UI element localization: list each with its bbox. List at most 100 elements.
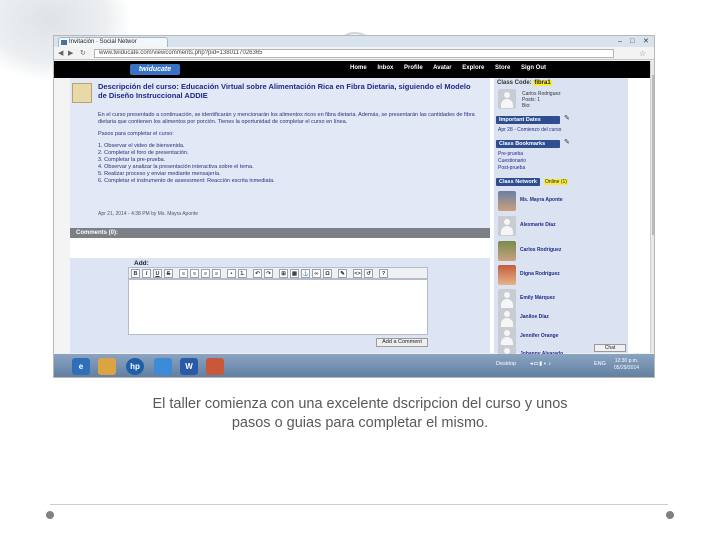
footer-dot-right [666, 511, 674, 519]
teacher-card[interactable] [496, 86, 626, 112]
step-item: 2. Completar el foro de presentación. [98, 150, 189, 156]
member-avatar [498, 265, 516, 285]
site-logo[interactable]: twiducate [130, 64, 180, 75]
edit-button[interactable]: ✎ [338, 269, 347, 278]
comments-list [70, 238, 490, 258]
clock-date: 05/29/2014 [614, 365, 640, 371]
step-item: 6. Completar el instrumento de assessmen… [98, 178, 275, 184]
bullet-list-button[interactable]: • [227, 269, 236, 278]
step-item: 1. Observar el video de bienvenida. [98, 143, 185, 149]
member-card[interactable]: Carlos Rodriguez [496, 238, 626, 264]
underline-button[interactable]: U [153, 269, 162, 278]
teacher-avatar [498, 89, 516, 109]
member-card[interactable]: Alexmarie Díaz [496, 213, 626, 239]
align-left-button[interactable]: ≡ [179, 269, 188, 278]
nav-signout[interactable]: Sign Out [521, 65, 546, 71]
folder-icon[interactable] [98, 358, 116, 375]
numbered-list-button[interactable]: 1. [238, 269, 247, 278]
member-name[interactable]: Ms. Mayra Aponte [520, 197, 563, 203]
bookmark-star-icon[interactable]: ☆ [639, 49, 646, 58]
edit-bookmarks-icon[interactable]: ✎ [564, 139, 570, 146]
favicon-icon [61, 40, 67, 45]
footer-divider [50, 504, 668, 505]
align-right-button[interactable]: ≡ [201, 269, 210, 278]
member-card[interactable]: Digna Rodríguez [496, 262, 626, 288]
desktop-toolbar[interactable]: Desktop [496, 361, 516, 367]
bookmark-item[interactable]: Pre-prueba [498, 151, 523, 157]
nav-explore[interactable]: Explore [462, 65, 484, 71]
post-paragraph: En el curso presentado a continuación, s… [98, 112, 475, 125]
bookmark-item[interactable]: Cuestionario [498, 158, 526, 164]
chrome-icon[interactable] [154, 358, 172, 375]
italic-button[interactable]: I [142, 269, 151, 278]
redo-button[interactable]: ↷ [264, 269, 273, 278]
post-title: Descripción del curso: Educación Virtual… [98, 82, 471, 100]
strikethrough-button[interactable]: S [164, 269, 173, 278]
special-char-button[interactable]: Ω [323, 269, 332, 278]
network-header: Class Network [496, 178, 540, 186]
url-input[interactable]: www.twiducate.com/viewcomments.php?pid=1… [94, 49, 614, 58]
member-name[interactable]: Emily Márquez [520, 295, 555, 301]
slide-caption: El taller comienza con una excelente dsc… [60, 395, 660, 433]
scroll-thumb[interactable] [652, 75, 654, 235]
anchor-button[interactable]: ⚓ [301, 269, 310, 278]
source-button[interactable]: <> [353, 269, 362, 278]
add-comment-button[interactable]: Add a Comment [376, 338, 428, 347]
browser-tab[interactable]: Invitación · Social Networ [58, 37, 168, 47]
page-scrollbar[interactable] [650, 61, 654, 353]
sidebar: Class Code: fibra1 Carlos Rodriguez Post… [494, 78, 628, 365]
forward-icon[interactable]: ▶ [68, 49, 73, 58]
member-name[interactable]: Jennifer Orange [520, 333, 558, 339]
nav-home[interactable]: Home [350, 65, 367, 71]
edit-dates-icon[interactable]: ✎ [564, 115, 570, 122]
add-label: Add: [134, 260, 149, 267]
presentation-icon[interactable] [206, 358, 224, 375]
add-comment-box: Add: B I U S ≡ ≡ ≡ ≡ • 1. ↶ ↷ ⊞ ▦ ⚓ ∞ Ω … [70, 258, 490, 353]
nav-links: Home Inbox Profile Avatar Explore Store … [350, 65, 555, 71]
hp-icon[interactable]: hp [126, 358, 144, 375]
reload-icon[interactable]: ↻ [80, 49, 86, 58]
word-icon[interactable]: W [180, 358, 198, 375]
image-button[interactable]: ⊞ [279, 269, 288, 278]
taskbar-clock[interactable]: 12:30 p.m. 05/29/2014 [614, 358, 639, 372]
undo-button[interactable]: ↶ [253, 269, 262, 278]
language-indicator[interactable]: ENG [594, 361, 606, 367]
maximize-icon[interactable]: □ [630, 37, 634, 46]
important-date-item[interactable]: Apr 28 - Comienzo del curso [498, 127, 561, 133]
align-center-button[interactable]: ≡ [190, 269, 199, 278]
chat-button[interactable]: Chat [594, 344, 626, 352]
nav-store[interactable]: Store [495, 65, 510, 71]
help-button[interactable]: ? [379, 269, 388, 278]
ie-icon[interactable]: e [72, 358, 90, 375]
nav-profile[interactable]: Profile [404, 65, 423, 71]
justify-button[interactable]: ≡ [212, 269, 221, 278]
post-thumbnail [72, 83, 92, 103]
teacher-bio: Bio: [522, 103, 531, 109]
refresh-button[interactable]: ↺ [364, 269, 373, 278]
comments-header: Comments (0): [70, 228, 490, 238]
member-avatar [498, 191, 516, 211]
nav-avatar[interactable]: Avatar [433, 65, 451, 71]
close-icon[interactable]: ✕ [643, 37, 649, 46]
member-name[interactable]: Janiloe Díaz [520, 314, 549, 320]
member-name[interactable]: Digna Rodríguez [520, 271, 560, 277]
bookmark-item[interactable]: Post-prueba [498, 165, 525, 171]
tray-icons[interactable]: ◂ ◘ ▮ ◐ ♪ [530, 361, 551, 367]
comment-editor[interactable] [128, 279, 428, 335]
member-avatar [498, 216, 516, 236]
page-content: Descripción del curso: Educación Virtual… [54, 78, 650, 365]
member-name[interactable]: Alexmarie Díaz [520, 222, 556, 228]
member-name[interactable]: Carlos Rodriguez [520, 247, 561, 253]
nav-inbox[interactable]: Inbox [377, 65, 393, 71]
step-item: 4. Observar y analizar la presentación i… [98, 164, 254, 170]
link-button[interactable]: ∞ [312, 269, 321, 278]
member-card[interactable]: Ms. Mayra Aponte [496, 188, 626, 214]
back-icon[interactable]: ◀ [58, 49, 63, 58]
minimize-icon[interactable]: – [618, 37, 622, 46]
post-meta: Apr 21, 2014 - 4:38 PM by Ms. Mayra Apon… [98, 211, 199, 217]
clock-time: 12:30 p.m. [614, 358, 639, 364]
windows-taskbar: e hp W Desktop ◂ ◘ ▮ ◐ ♪ ENG 12:30 p.m. … [54, 354, 654, 377]
embedded-screenshot: Invitación · Social Networ – □ ✕ ◀ ▶ ↻ w… [53, 35, 655, 378]
table-button[interactable]: ▦ [290, 269, 299, 278]
bold-button[interactable]: B [131, 269, 140, 278]
